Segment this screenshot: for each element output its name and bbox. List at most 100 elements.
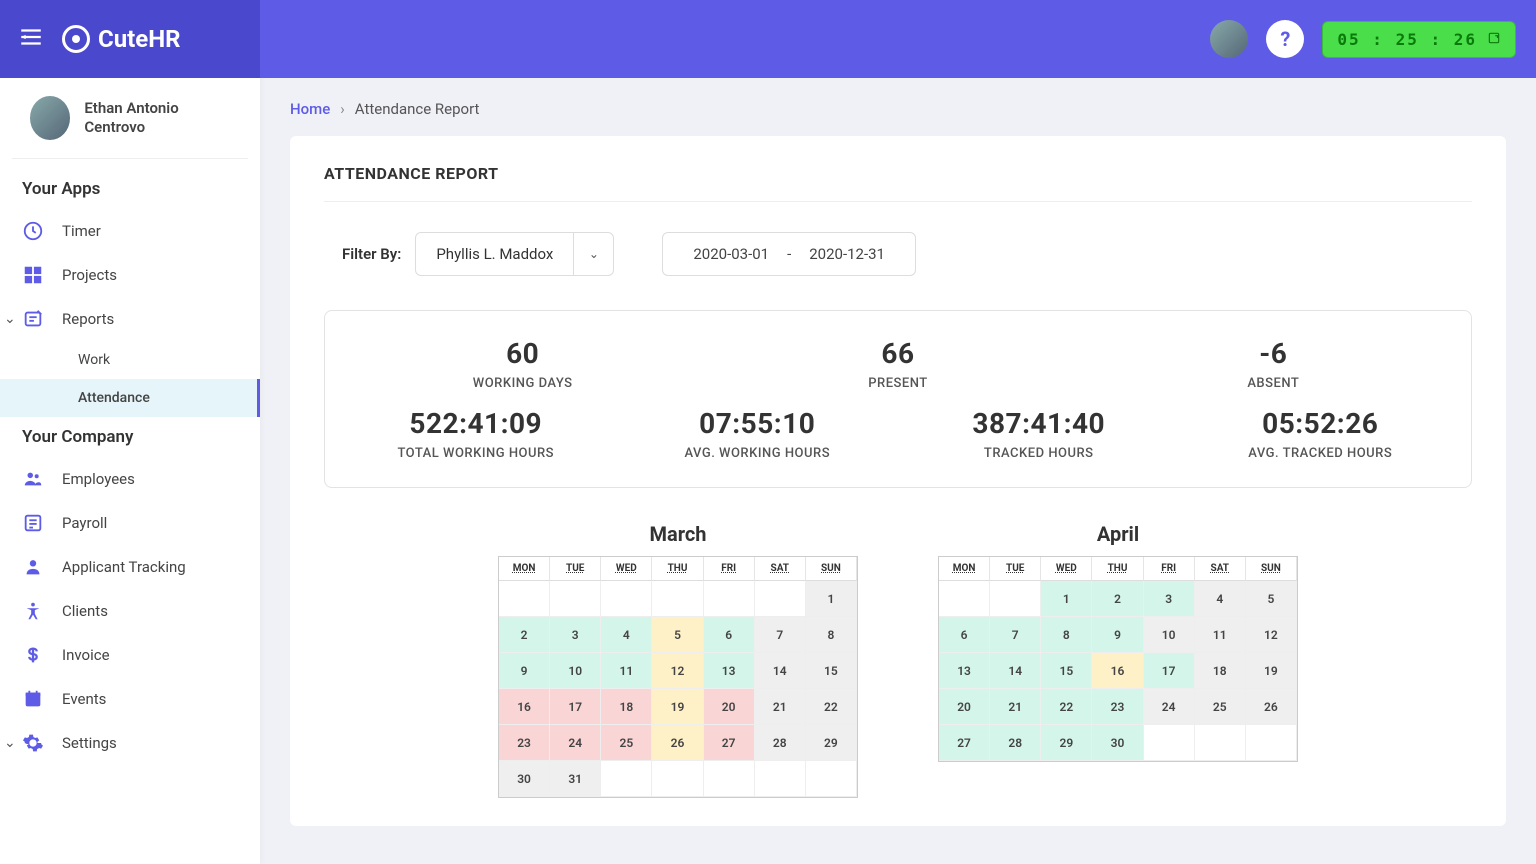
calendar-day[interactable]: 7 [755,617,806,653]
calendar-day[interactable]: 24 [550,725,601,761]
calendar-day[interactable]: 9 [1092,617,1143,653]
calendar-day[interactable]: 28 [755,725,806,761]
calendar-day[interactable]: 23 [1092,689,1143,725]
calendar-day[interactable]: 20 [939,689,990,725]
calendar-day[interactable]: 5 [652,617,703,653]
calendar-day[interactable]: 14 [755,653,806,689]
calendar-day[interactable]: 12 [1246,617,1297,653]
calendar-day[interactable]: 16 [1092,653,1143,689]
calendar-day[interactable]: 15 [1041,653,1092,689]
calendar-day[interactable]: 9 [499,653,550,689]
calendar-day[interactable]: 17 [550,689,601,725]
calendar-day[interactable]: 17 [1144,653,1195,689]
breadcrumb-home[interactable]: Home [290,100,330,118]
calendar-day[interactable]: 1 [1041,581,1092,617]
calendar-day[interactable]: 13 [939,653,990,689]
calendar-grid: MONTUEWEDTHUFRISATSUN1234567891011121314… [498,556,858,798]
calendar-day[interactable]: 30 [1092,725,1143,761]
menu-toggle-icon[interactable] [18,24,44,54]
calendar-day[interactable] [990,581,1041,617]
calendar-day[interactable]: 5 [1246,581,1297,617]
calendar-day[interactable]: 7 [990,617,1041,653]
calendar-day[interactable]: 16 [499,689,550,725]
calendar-day[interactable] [1195,725,1246,761]
calendar-day[interactable]: 10 [550,653,601,689]
calendar-day[interactable]: 18 [601,689,652,725]
calendar-day[interactable] [1246,725,1297,761]
calendar-day[interactable] [806,761,857,797]
calendar-day[interactable]: 14 [990,653,1041,689]
calendar-day[interactable] [601,581,652,617]
sidebar-item-events[interactable]: Events [0,677,260,721]
calendar-day[interactable] [652,581,703,617]
calendar-day[interactable] [1144,725,1195,761]
calendar-day[interactable]: 3 [550,617,601,653]
help-button[interactable]: ? [1266,20,1304,58]
calendar-day[interactable] [704,761,755,797]
sidebar-item-projects[interactable]: Projects [0,253,260,297]
calendar-day[interactable]: 23 [499,725,550,761]
calendar-day[interactable]: 19 [652,689,703,725]
calendar-day[interactable]: 26 [1246,689,1297,725]
calendar-day[interactable] [755,761,806,797]
calendar-day[interactable]: 11 [601,653,652,689]
timer-badge[interactable]: 05 : 25 : 26 [1322,21,1516,58]
sidebar-item-invoice[interactable]: Invoice [0,633,260,677]
sidebar-user[interactable]: Ethan Antonio Centrovo [12,78,248,159]
brand-logo[interactable]: CuteHR [62,25,181,53]
header-avatar[interactable] [1210,20,1248,58]
calendar-day[interactable]: 6 [939,617,990,653]
calendar-day[interactable]: 31 [550,761,601,797]
calendar-day[interactable]: 29 [806,725,857,761]
calendar-day[interactable]: 18 [1195,653,1246,689]
calendar-day[interactable]: 27 [704,725,755,761]
sidebar-item-applicant[interactable]: Applicant Tracking [0,545,260,589]
calendar-day[interactable] [652,761,703,797]
calendar-day[interactable]: 1 [806,581,857,617]
sidebar-item-settings[interactable]: Settings [0,721,260,765]
calendar-day[interactable]: 21 [755,689,806,725]
sidebar-item-payroll[interactable]: Payroll [0,501,260,545]
calendar-day[interactable]: 22 [1041,689,1092,725]
filter-select[interactable]: Phyllis L. Maddox ⌄ [415,232,614,276]
calendar-day[interactable]: 30 [499,761,550,797]
chevron-down-icon: ⌄ [573,233,613,275]
calendar-day[interactable] [499,581,550,617]
calendar-day[interactable] [704,581,755,617]
calendar-day[interactable] [939,581,990,617]
sidebar-item-timer[interactable]: Timer [0,209,260,253]
calendar-day[interactable]: 12 [652,653,703,689]
sidebar-item-reports[interactable]: Reports [0,297,260,341]
calendar-day[interactable]: 4 [601,617,652,653]
calendar-day[interactable]: 24 [1144,689,1195,725]
calendar-day[interactable]: 22 [806,689,857,725]
calendar-day[interactable]: 3 [1144,581,1195,617]
calendar-day[interactable]: 10 [1144,617,1195,653]
sidebar-item-employees[interactable]: Employees [0,457,260,501]
calendar-day[interactable]: 8 [806,617,857,653]
calendar-day[interactable]: 6 [704,617,755,653]
calendar-day[interactable]: 20 [704,689,755,725]
calendar-day[interactable]: 26 [652,725,703,761]
sidebar-item-clients[interactable]: Clients [0,589,260,633]
calendar-day[interactable] [755,581,806,617]
calendar-day[interactable]: 13 [704,653,755,689]
calendar-day[interactable]: 19 [1246,653,1297,689]
calendar-day[interactable]: 11 [1195,617,1246,653]
calendar-day[interactable]: 2 [1092,581,1143,617]
sidebar-item-attendance[interactable]: Attendance [0,379,260,417]
calendar-day[interactable] [601,761,652,797]
calendar-day[interactable]: 25 [601,725,652,761]
calendar-day[interactable]: 25 [1195,689,1246,725]
calendar-day[interactable]: 27 [939,725,990,761]
date-range-input[interactable]: 2020-03-01 - 2020-12-31 [662,232,916,276]
calendar-day[interactable] [550,581,601,617]
calendar-day[interactable]: 28 [990,725,1041,761]
calendar-day[interactable]: 15 [806,653,857,689]
sidebar-item-work[interactable]: Work [0,341,260,379]
calendar-day[interactable]: 8 [1041,617,1092,653]
calendar-day[interactable]: 29 [1041,725,1092,761]
calendar-day[interactable]: 21 [990,689,1041,725]
calendar-day[interactable]: 4 [1195,581,1246,617]
calendar-day[interactable]: 2 [499,617,550,653]
